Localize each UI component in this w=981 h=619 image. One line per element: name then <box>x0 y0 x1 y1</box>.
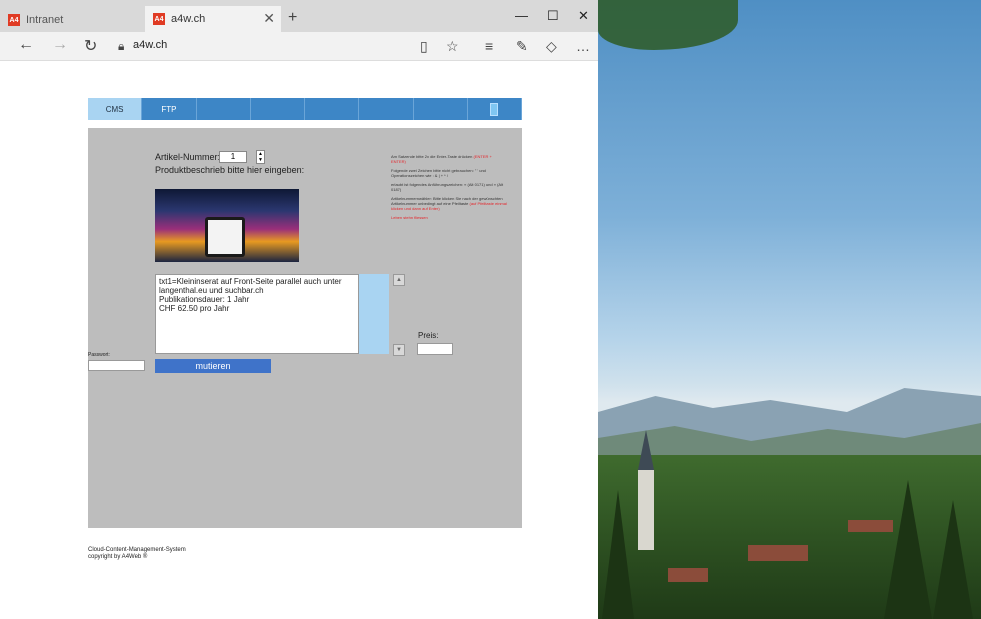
description-text: txt1=Kleininserat auf Front-Seite parall… <box>159 277 342 313</box>
nav-battery[interactable] <box>467 98 522 120</box>
back-icon[interactable]: ← <box>18 36 34 54</box>
nav-empty-4[interactable] <box>359 98 414 120</box>
artikel-spinner[interactable]: ▲ ▼ <box>256 150 265 164</box>
nav-ftp[interactable]: FTP <box>142 98 197 120</box>
note-4: Artikelnummernwähler: Bitte klicken Sie … <box>391 196 507 211</box>
note-3: erlaubt ist folgendes Anführungszeichen:… <box>391 182 504 192</box>
close-window-icon[interactable]: ✕ <box>578 8 589 24</box>
site-favicon-icon: A4 <box>153 13 165 25</box>
page-footer: Cloud-Content-Management-System copyrigh… <box>88 547 186 561</box>
nav-empty-1[interactable] <box>196 98 251 120</box>
tab-a4w[interactable]: A4 a4w.ch ✕ <box>145 6 281 32</box>
web-page: CMS FTP Artikel-Nummer: 1 ▲ ▼ Produktbesc… <box>0 61 598 619</box>
church-tower <box>638 470 654 550</box>
address-bar: ← → ↻ 🔒︎ a4w.ch ▯ ☆ ≡ ✎ ◇ … <box>0 32 598 61</box>
note-5: Leben stehn fliessen <box>391 215 428 220</box>
note-1: Am Satzende bitte 2x die Enter-Taste drü… <box>391 154 492 164</box>
house-roof <box>668 568 708 582</box>
nav-empty-2[interactable] <box>250 98 305 120</box>
hub-icon[interactable]: ≡ <box>485 38 493 54</box>
edit-panel: Artikel-Nummer: 1 ▲ ▼ Produktbeschrieb bi… <box>88 128 522 528</box>
desktop-wallpaper <box>598 0 981 619</box>
more-icon[interactable]: … <box>576 38 590 54</box>
textarea-side-panel <box>359 274 389 354</box>
phone-graphic <box>205 217 245 257</box>
web-note-icon[interactable]: ✎ <box>516 38 528 55</box>
produkt-label: Produktbeschrieb bitte hier eingeben: <box>155 165 305 175</box>
tree-leaves <box>598 0 738 50</box>
close-tab-icon[interactable]: ✕ <box>263 10 275 27</box>
house-roof <box>748 545 808 561</box>
preis-label: Preis: <box>418 331 439 340</box>
footer-line-2: copyright by A4Web ® <box>88 554 148 560</box>
new-tab-icon[interactable]: + <box>288 9 297 27</box>
battery-icon <box>490 102 499 116</box>
url-field[interactable]: a4w.ch <box>133 39 167 51</box>
lock-icon: 🔒︎ <box>118 39 125 53</box>
minimize-icon[interactable]: — <box>515 8 528 23</box>
maximize-icon[interactable]: ☐ <box>547 8 559 24</box>
nav-empty-3[interactable] <box>305 98 360 120</box>
house-roof <box>848 520 893 532</box>
tab-label: Intranet <box>26 14 64 26</box>
product-image <box>155 189 299 262</box>
browser-window: A4 Intranet A4 a4w.ch ✕ + — ☐ ✕ ← → ↻ 🔒︎… <box>0 0 599 619</box>
scroll-up-arrow-icon[interactable]: ▲ <box>393 274 405 286</box>
preis-input[interactable] <box>417 343 453 355</box>
mutieren-button[interactable]: mutieren <box>155 359 271 373</box>
tab-intranet[interactable]: A4 Intranet <box>8 8 138 32</box>
nav-empty-5[interactable] <box>413 98 468 120</box>
tab-label: a4w.ch <box>171 13 206 25</box>
nav-cms[interactable]: CMS <box>88 98 143 120</box>
refresh-icon[interactable]: ↻ <box>84 36 97 56</box>
favorite-star-icon[interactable]: ☆ <box>446 38 459 55</box>
note-2: Folgende zwei Zeichen bitte nicht gebrau… <box>391 168 486 178</box>
passwort-input[interactable] <box>88 360 145 371</box>
tab-bar: A4 Intranet A4 a4w.ch ✕ + — ☐ ✕ <box>0 0 598 32</box>
passwort-label: Passwort: <box>88 352 110 358</box>
description-textarea[interactable]: txt1=Kleininserat auf Front-Seite parall… <box>155 274 359 354</box>
artikel-number-input[interactable]: 1 <box>219 151 247 163</box>
share-icon[interactable]: ◇ <box>546 38 557 55</box>
artikel-label: Artikel-Nummer: <box>155 152 221 162</box>
reading-view-icon[interactable]: ▯ <box>420 38 428 55</box>
cms-navigation: CMS FTP <box>88 98 522 120</box>
forward-icon[interactable]: → <box>52 36 68 54</box>
footer-line-1: Cloud-Content-Management-System <box>88 547 186 553</box>
scroll-down-arrow-icon[interactable]: ▼ <box>393 344 405 356</box>
instructions-notes: Am Satzende bitte 2x die Enter-Taste drü… <box>391 154 507 224</box>
site-favicon-icon: A4 <box>8 14 20 26</box>
